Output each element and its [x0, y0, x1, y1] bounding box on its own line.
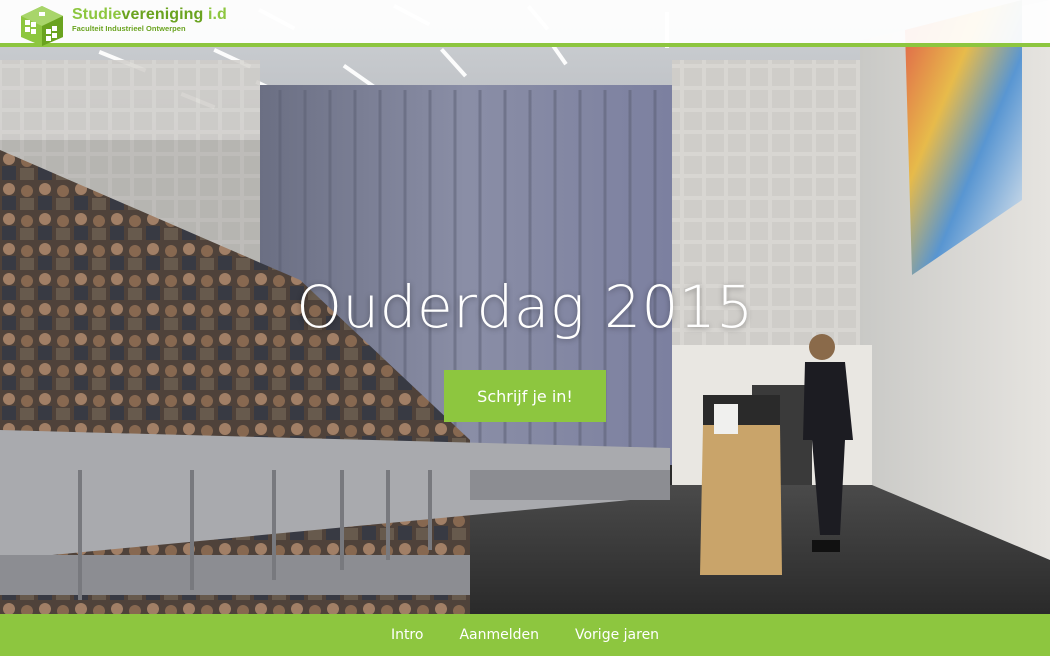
page: Studievereniging i.d Faculteit Industrie…	[0, 0, 1050, 656]
site-header: Studievereniging i.d Faculteit Industrie…	[0, 0, 1050, 47]
hero-title: Ouderdag 2015	[296, 273, 754, 341]
bottom-nav: Intro Aanmelden Vorige jaren	[0, 614, 1050, 656]
nav-item-vorige-jaren[interactable]: Vorige jaren	[573, 623, 661, 647]
brand-subtitle: Faculteit Industrieel Ontwerpen	[72, 24, 186, 33]
nav-item-aanmelden[interactable]: Aanmelden	[457, 623, 541, 647]
nav-item-intro[interactable]: Intro	[389, 623, 426, 647]
brand-title-part3: i.d	[203, 6, 227, 23]
signup-button[interactable]: Schrijf je in!	[444, 370, 606, 422]
brand-title: Studievereniging i.d	[72, 7, 227, 23]
cube-logo-icon	[21, 6, 63, 46]
logo-link[interactable]: Studievereniging i.d Faculteit Industrie…	[20, 6, 227, 46]
brand-title-part1: Studie	[72, 6, 122, 23]
brand-title-part2: vereniging	[121, 6, 204, 23]
